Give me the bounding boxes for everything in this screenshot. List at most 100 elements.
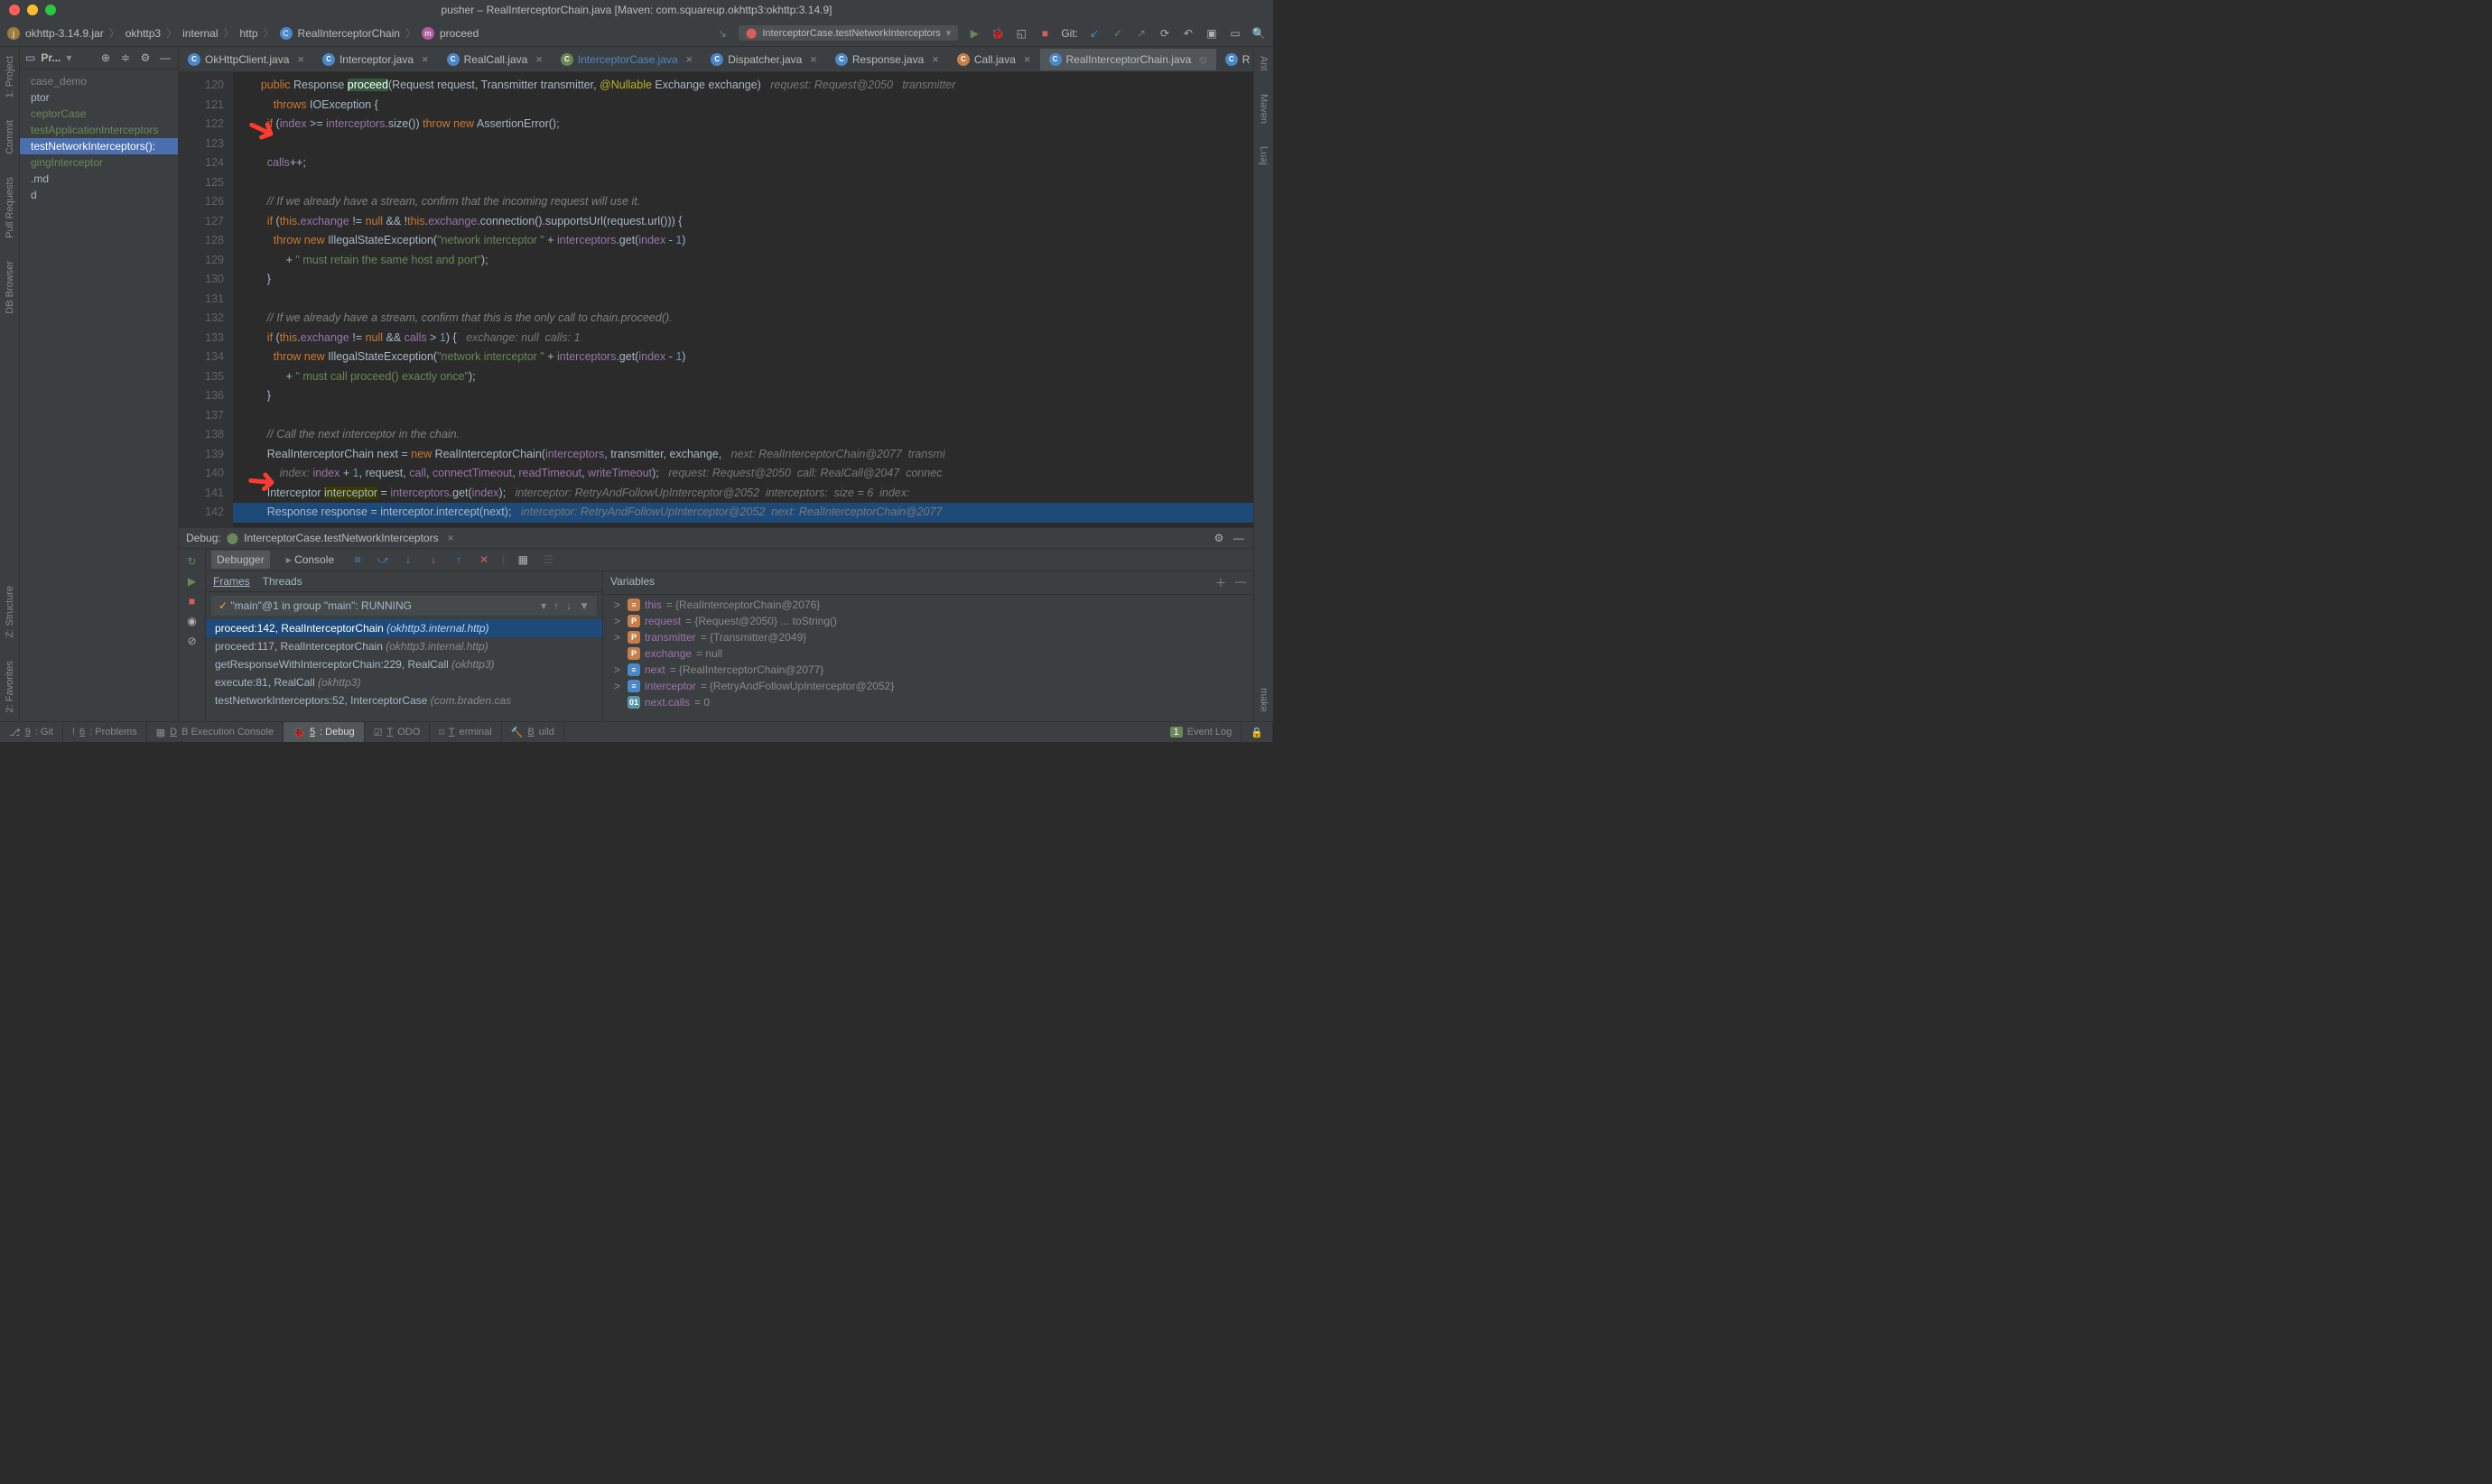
step-out-icon[interactable]: ↑: [451, 552, 466, 567]
tool-ant[interactable]: Ant: [1259, 56, 1269, 71]
target-icon[interactable]: ⊕: [98, 51, 113, 65]
project-tree-item[interactable]: .md: [20, 171, 178, 187]
stop-icon[interactable]: ■: [1037, 26, 1052, 41]
variable-row[interactable]: Pexchange = null: [603, 645, 1253, 662]
editor-tab[interactable]: CRealCall.java×: [438, 49, 552, 70]
status-item[interactable]: ! 6: Problems: [63, 722, 147, 742]
stack-frame[interactable]: testNetworkInterceptors:52, InterceptorC…: [206, 691, 602, 710]
force-step-into-icon[interactable]: ↓: [426, 552, 441, 567]
threads-icon[interactable]: ≡: [350, 552, 365, 567]
frames-tab[interactable]: Frames: [213, 575, 250, 588]
editor-tab[interactable]: CR×: [1216, 49, 1253, 70]
breadcrumb-item[interactable]: okhttp-3.14.9.jar: [25, 27, 104, 40]
mute-bp-icon[interactable]: ⊘: [185, 634, 200, 648]
code-area[interactable]: public Response proceed(Request request,…: [233, 72, 1253, 527]
variable-row[interactable]: 01next.calls = 0: [603, 694, 1253, 710]
maximize-window[interactable]: [45, 5, 56, 15]
debug-icon[interactable]: 🐞: [990, 26, 1005, 41]
status-item[interactable]: 🐞 5: Debug: [284, 722, 364, 742]
close-tab-icon[interactable]: ×: [932, 52, 939, 66]
status-item[interactable]: ⌑ Terminal: [430, 722, 501, 742]
editor-tab[interactable]: CResponse.java×: [826, 49, 948, 70]
variable-row[interactable]: >≡interceptor = {RetryAndFollowUpInterce…: [603, 678, 1253, 694]
breadcrumb-item[interactable]: okhttp3: [126, 27, 161, 40]
stack-frame[interactable]: proceed:142, RealInterceptorChain (okhtt…: [206, 619, 602, 637]
add-watch-icon[interactable]: ＋: [1215, 575, 1226, 590]
variable-row[interactable]: >Ptransmitter = {Transmitter@2049}: [603, 629, 1253, 645]
close-tab-icon[interactable]: ×: [422, 52, 429, 66]
project-tree-item[interactable]: case_demo: [20, 73, 178, 89]
project-tree-item[interactable]: testNetworkInterceptors():: [20, 138, 178, 154]
close-tab-icon[interactable]: ×: [810, 52, 817, 66]
tool-pull-requests[interactable]: Pull Requests: [5, 177, 15, 238]
run-icon[interactable]: ▶: [967, 26, 981, 41]
build-icon[interactable]: ↘: [715, 26, 730, 41]
tab-console[interactable]: ▸ Console: [281, 551, 339, 569]
search-icon[interactable]: 🔍: [1251, 26, 1266, 41]
screenshot-icon[interactable]: ▣: [1204, 26, 1219, 41]
close-tab-icon[interactable]: ⦸: [1199, 52, 1206, 67]
remove-watch-icon[interactable]: —: [1235, 575, 1246, 590]
tool-db-browser[interactable]: DB Browser: [5, 261, 15, 314]
variable-row[interactable]: >Prequest = {Request@2050} ... toString(…: [603, 613, 1253, 629]
close-tab-icon[interactable]: ×: [297, 52, 304, 66]
breadcrumb-item[interactable]: internal: [182, 27, 218, 40]
event-log[interactable]: 1 Event Log: [1161, 722, 1242, 742]
variable-row[interactable]: >≡next = {RealInterceptorChain@2077}: [603, 662, 1253, 678]
breadcrumb-item[interactable]: proceed: [440, 27, 479, 40]
close-tab-icon[interactable]: ×: [448, 532, 454, 544]
hide-icon[interactable]: —: [158, 51, 172, 65]
editor-tab[interactable]: COkHttpClient.java×: [179, 49, 313, 70]
step-into-icon[interactable]: ↓: [401, 552, 415, 567]
revert-icon[interactable]: ↶: [1181, 26, 1195, 41]
gear-icon[interactable]: ⚙: [138, 51, 153, 65]
expand-icon[interactable]: ≑: [118, 51, 133, 65]
resume-icon[interactable]: ▶: [185, 574, 200, 589]
close-tab-icon[interactable]: ×: [1024, 52, 1031, 66]
gear-icon[interactable]: ⚙: [1212, 531, 1226, 545]
project-tree-item[interactable]: gingInterceptor: [20, 154, 178, 171]
editor-tab[interactable]: CCall.java×: [948, 49, 1040, 70]
evaluate-icon[interactable]: ▦: [516, 552, 530, 567]
minimize-window[interactable]: [27, 5, 38, 15]
run-config-selector[interactable]: ⬤ InterceptorCase.testNetworkInterceptor…: [739, 25, 958, 41]
tool-favorites[interactable]: 2: Favorites: [5, 661, 15, 712]
close-window[interactable]: [9, 5, 20, 15]
project-tree-item[interactable]: d: [20, 187, 178, 203]
breakpoints-icon[interactable]: ◉: [185, 614, 200, 628]
stack-frame[interactable]: execute:81, RealCall (okhttp3): [206, 673, 602, 691]
status-item[interactable]: ⎇ 9: Git: [0, 722, 63, 742]
step-over-icon[interactable]: ⤻: [376, 552, 390, 567]
thread-selector[interactable]: ✓ "main"@1 in group "main": RUNNING ▾ ↑↓…: [211, 596, 597, 616]
editor[interactable]: 1201211221231241251261271281291301311321…: [179, 72, 1253, 527]
git-commit-icon[interactable]: ✓: [1111, 26, 1125, 41]
drop-frame-icon[interactable]: ✕: [477, 552, 491, 567]
coverage-icon[interactable]: ◱: [1014, 26, 1028, 41]
tab-debugger[interactable]: Debugger: [211, 551, 270, 569]
chevron-down-icon[interactable]: ▾: [66, 51, 71, 64]
status-item[interactable]: ☑ TODO: [365, 722, 431, 742]
editor-tab[interactable]: CInterceptorCase.java×: [552, 49, 702, 70]
threads-tab[interactable]: Threads: [263, 575, 302, 588]
tool-structure[interactable]: Z: Structure: [5, 586, 15, 637]
tool-make[interactable]: make: [1259, 688, 1269, 712]
ide-settings-icon[interactable]: ▭: [1228, 26, 1242, 41]
rerun-icon[interactable]: ↻: [185, 554, 200, 569]
history-icon[interactable]: ⟳: [1158, 26, 1172, 41]
lock-icon[interactable]: 🔒: [1241, 722, 1273, 742]
breadcrumb-item[interactable]: http: [240, 27, 258, 40]
tool-luaj[interactable]: Luaj: [1259, 146, 1269, 165]
git-update-icon[interactable]: ↙: [1087, 26, 1102, 41]
tool-project[interactable]: 1: Project: [5, 56, 15, 97]
editor-tab[interactable]: CDispatcher.java×: [702, 49, 826, 70]
status-item[interactable]: ▦ DB Execution Console: [147, 722, 284, 742]
git-push-icon[interactable]: ↗: [1134, 26, 1148, 41]
status-item[interactable]: 🔨 Build: [502, 722, 564, 742]
variable-row[interactable]: >≡this = {RealInterceptorChain@2076}: [603, 597, 1253, 613]
project-tree[interactable]: case_demoptorceptorCasetestApplicationIn…: [20, 70, 178, 207]
hide-icon[interactable]: —: [1232, 531, 1246, 545]
tool-maven[interactable]: Maven: [1259, 94, 1269, 124]
project-tree-item[interactable]: ceptorCase: [20, 106, 178, 122]
close-tab-icon[interactable]: ×: [686, 52, 693, 66]
stack-frame[interactable]: proceed:117, RealInterceptorChain (okhtt…: [206, 637, 602, 655]
